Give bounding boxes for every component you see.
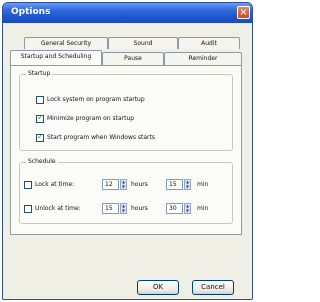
schedule-group: Schedule Lock at time: 12 ▲ ▼ hours 15 ▲… [19,158,233,224]
lock-mins-input[interactable]: 15 [166,179,183,190]
minimize-on-startup-label: Minimize program on startup [47,115,135,122]
arrow-down-icon[interactable]: ▼ [185,209,190,213]
window-title: Options [11,7,51,17]
tab-pause[interactable]: Pause [102,52,164,65]
start-with-windows-checkbox[interactable] [36,132,44,142]
title-bar: Options × [3,3,252,23]
minimize-on-startup-row[interactable]: Minimize program on startup [36,113,135,124]
close-button[interactable]: × [237,6,250,19]
startup-legend: Startup [26,70,53,77]
schedule-legend: Schedule [26,158,58,165]
minimize-on-startup-checkbox[interactable] [36,113,44,123]
start-with-windows-row[interactable]: Start program when Windows starts [36,132,155,143]
unlock-at-time-checkbox[interactable] [24,205,32,213]
unlock-at-time-row[interactable]: Unlock at time: [24,204,81,214]
lock-on-startup-row[interactable]: Lock system on program startup [36,95,145,105]
tab-reminder[interactable]: Reminder [164,52,242,65]
tab-strip: General Security Sound Audit Startup and… [10,37,242,65]
lock-at-time-label: Lock at time: [35,181,75,188]
lock-at-time-row[interactable]: Lock at time: [24,180,74,190]
arrow-down-icon[interactable]: ▼ [185,185,190,189]
start-with-windows-label: Start program when Windows starts [47,134,155,141]
lock-hours-unit: hours [131,181,148,188]
lock-at-time-checkbox[interactable] [24,181,32,189]
lock-hours-spinner[interactable]: ▲ ▼ [120,179,127,190]
lock-on-startup-checkbox[interactable] [36,96,44,104]
unlock-mins-input[interactable]: 30 [166,203,183,214]
unlock-hours-input[interactable]: 15 [102,203,119,214]
tab-audit[interactable]: Audit [178,37,240,49]
tab-general-security[interactable]: General Security [24,37,108,49]
unlock-at-time-label: Unlock at time: [35,205,81,212]
lock-on-startup-label: Lock system on program startup [47,96,145,103]
tab-panel-startup-scheduling: Startup Lock system on program startup M… [10,65,242,235]
startup-group: Startup Lock system on program startup M… [19,70,233,151]
unlock-mins-spinner[interactable]: ▲ ▼ [184,203,191,214]
tab-sound[interactable]: Sound [108,37,178,49]
close-icon: × [239,7,248,18]
unlock-hours-spinner[interactable]: ▲ ▼ [120,203,127,214]
lock-mins-unit: min [197,181,209,188]
tab-startup-scheduling[interactable]: Startup and Scheduling [10,50,102,65]
lock-hours-input[interactable]: 12 [102,179,119,190]
arrow-down-icon[interactable]: ▼ [121,185,126,189]
lock-mins-spinner[interactable]: ▲ ▼ [184,179,191,190]
unlock-mins-unit: min [197,205,209,212]
arrow-down-icon[interactable]: ▼ [121,209,126,213]
cancel-button[interactable]: Cancel [192,280,234,295]
unlock-hours-unit: hours [131,205,148,212]
ok-button[interactable]: OK [137,280,179,295]
